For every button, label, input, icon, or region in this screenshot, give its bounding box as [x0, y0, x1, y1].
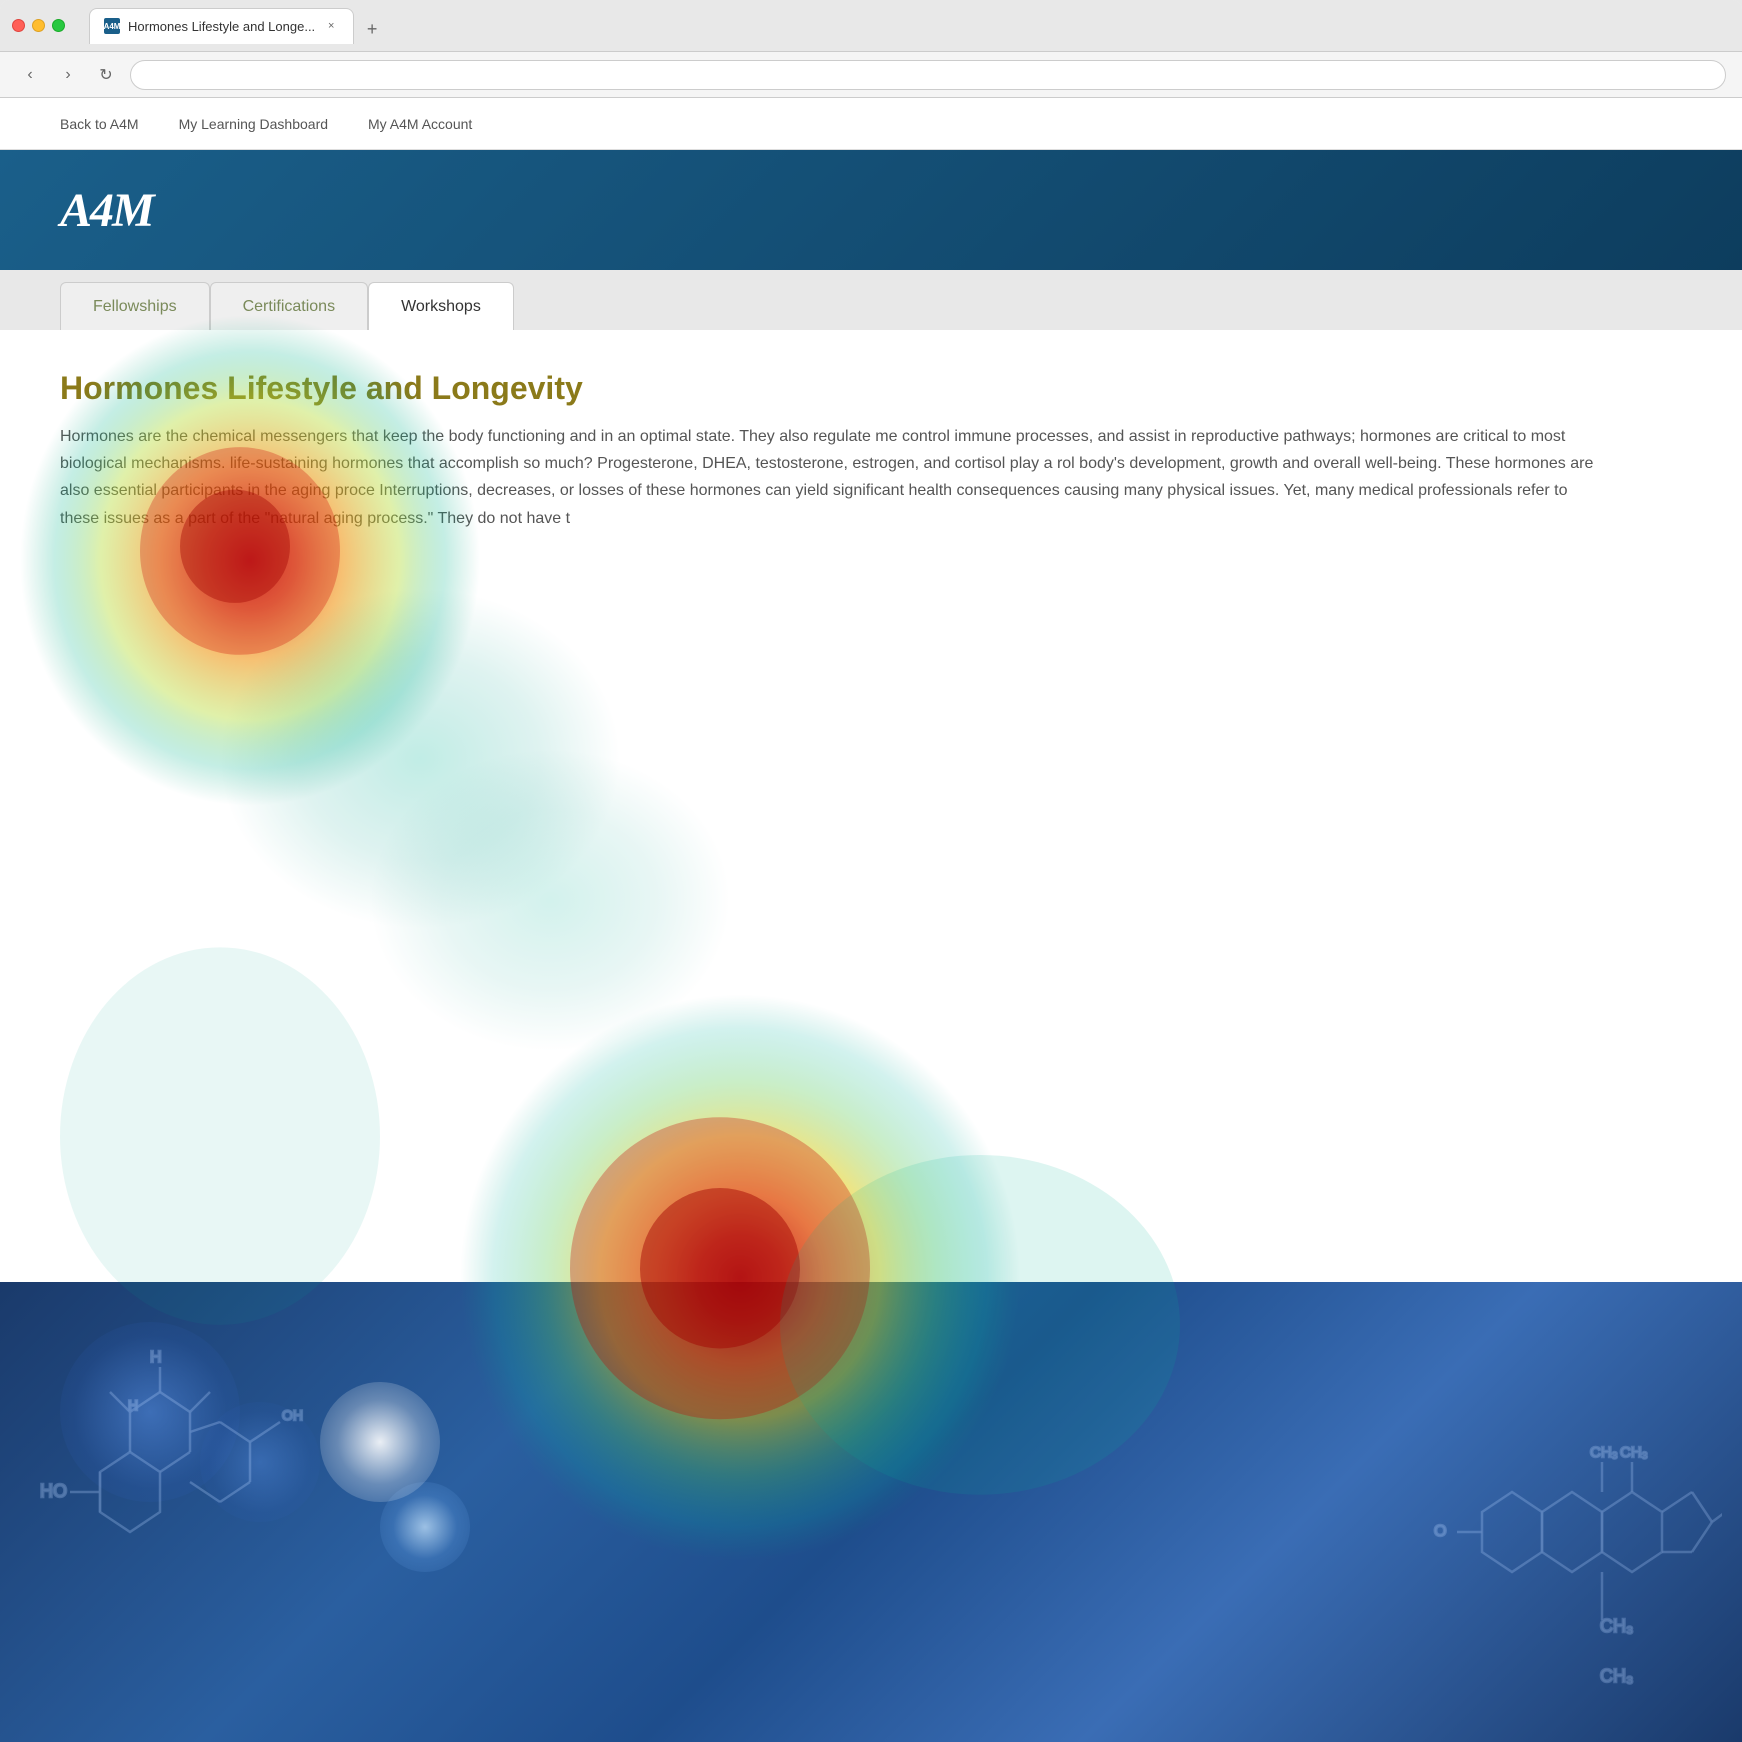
tabs-section: Fellowships Certifications Workshops — [0, 270, 1742, 330]
content-area: Back to A4M My Learning Dashboard My A4M… — [0, 98, 1742, 1742]
light-glare — [320, 1382, 440, 1502]
new-tab-button[interactable]: + — [358, 16, 386, 44]
article-title: Hormones Lifestyle and Longevity — [60, 370, 1682, 407]
browser-tab-active[interactable]: A4M Hormones Lifestyle and Longe... × — [89, 8, 354, 44]
svg-text:CH₃: CH₃ — [1600, 1616, 1633, 1636]
tab-favicon: A4M — [104, 18, 120, 34]
tab-workshops[interactable]: Workshops — [368, 282, 514, 330]
article-body: Hormones are the chemical messengers tha… — [60, 423, 1601, 532]
minimize-traffic-light[interactable] — [32, 19, 45, 32]
forward-button[interactable]: › — [54, 61, 82, 89]
svg-text:CH₃: CH₃ — [1590, 1444, 1618, 1461]
browser-toolbar: ‹ › ↻ — [0, 52, 1742, 98]
browser-titlebar: A4M Hormones Lifestyle and Longe... × + — [0, 0, 1742, 52]
site-navigation: Back to A4M My Learning Dashboard My A4M… — [0, 98, 1742, 150]
article-content: Hormones Lifestyle and Longevity Hormone… — [0, 330, 1742, 1282]
svg-text:H: H — [150, 1349, 162, 1366]
svg-text:OH: OH — [282, 1407, 303, 1423]
svg-text:CH₃: CH₃ — [1620, 1444, 1648, 1461]
tab-bar: A4M Hormones Lifestyle and Longe... × + — [89, 8, 1730, 44]
a4m-logo: A4M — [60, 183, 153, 238]
nav-link-my-learning-dashboard[interactable]: My Learning Dashboard — [179, 116, 328, 132]
tab-fellowships[interactable]: Fellowships — [60, 282, 210, 330]
tab-close-button[interactable]: × — [323, 18, 339, 34]
fullscreen-traffic-light[interactable] — [52, 19, 65, 32]
svg-text:H: H — [128, 1397, 138, 1413]
svg-text:O: O — [1434, 1523, 1446, 1540]
back-button[interactable]: ‹ — [16, 61, 44, 89]
refresh-button[interactable]: ↻ — [92, 61, 120, 89]
tab-certifications[interactable]: Certifications — [210, 282, 368, 330]
traffic-lights — [12, 19, 65, 32]
svg-text:CH₃: CH₃ — [1600, 1666, 1633, 1686]
chemical-structure-right: CH₃ CH₃ OH O CH₃ CH₃ — [1402, 1312, 1722, 1712]
close-traffic-light[interactable] — [12, 19, 25, 32]
svg-text:HO: HO — [40, 1481, 67, 1501]
nav-link-my-a4m-account[interactable]: My A4M Account — [368, 116, 472, 132]
site-header-banner: A4M — [0, 150, 1742, 270]
nav-link-back-to-a4m[interactable]: Back to A4M — [60, 116, 139, 132]
tab-title: Hormones Lifestyle and Longe... — [128, 19, 315, 34]
address-bar[interactable] — [130, 60, 1726, 90]
browser-window: A4M Hormones Lifestyle and Longe... × + … — [0, 0, 1742, 1742]
science-image: HO H H OH — [0, 1282, 1742, 1742]
